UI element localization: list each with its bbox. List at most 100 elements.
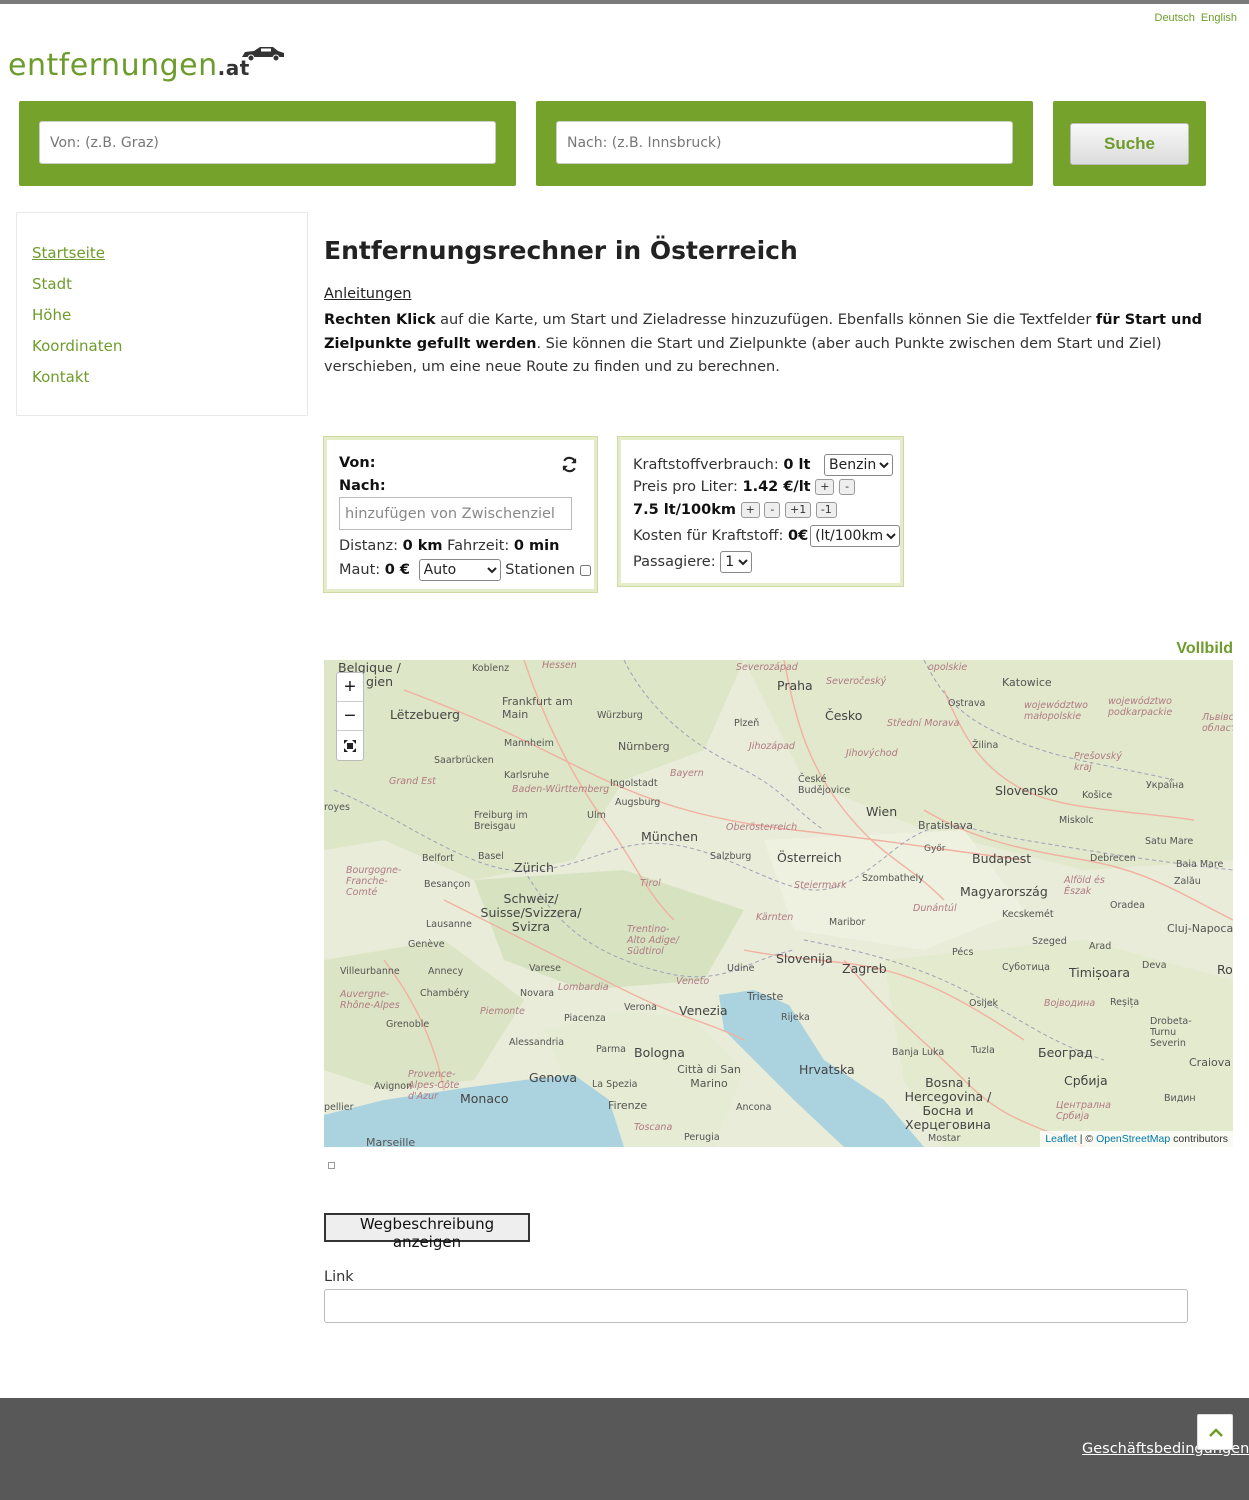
map-label: Kärnten [756,912,794,923]
map-label: Bosna i Hercegovina / Босна и Херцеговин… [904,1075,992,1132]
fuel-type-select[interactable]: Benzin [824,454,894,476]
refresh-icon[interactable] [561,456,578,473]
to-input[interactable] [556,121,1013,164]
map-label: Kecskemét [1002,909,1054,920]
intro-text: Rechten Klick auf die Karte, um Start un… [324,312,1203,375]
map-label: České Budějovice [798,774,851,796]
map-label: Hrvatska [799,1062,855,1077]
map-label: royes [324,802,350,813]
waypoint-input[interactable] [339,497,572,530]
map-label: Baden-Württemberg [512,784,610,795]
map-label: Augsburg [615,797,661,808]
map-label: Reșița [1110,997,1140,1008]
cost-value: 0€ [787,528,809,544]
page-title: Entfernungsrechner in Österreich [324,236,798,265]
sidebar-item-kontakt[interactable]: Kontakt [32,368,89,386]
language-link-deutsch[interactable]: Deutsch [1155,12,1195,24]
price-row: Preis pro Liter: 1.42 €/lt + - [633,479,856,495]
logo-text: entfernungen.at [8,48,250,83]
toll-value: 0 € [384,562,411,578]
language-link-english[interactable]: English [1201,12,1237,24]
map-label: Lausanne [426,919,472,930]
map-label: Magyarország [960,884,1048,899]
map-label: Baia Mare [1176,859,1224,870]
zoom-in-button[interactable]: + [337,673,363,702]
map-label: Београд [1038,1045,1093,1060]
search-button[interactable]: Suche [1070,123,1189,165]
instructions-link[interactable]: Anleitungen [324,286,411,302]
rate-plus-button[interactable]: + [740,502,760,518]
map-option-checkbox[interactable] [328,1162,335,1169]
map-label: Lëtzebuerg [390,707,460,722]
from-input[interactable] [39,121,496,164]
route-map[interactable]: Belgique / gien Koblenz Hessen Severozáp… [324,660,1233,1147]
vehicle-select[interactable]: Auto [418,559,501,581]
rate-row: 7.5 lt/100km + - +1 -1 [633,502,837,518]
map-label: Jihovýchod [846,748,898,759]
map-label: Украї́на [1146,780,1185,791]
map-label: Střední Morava [887,718,960,729]
map-label: Deva [1142,960,1167,971]
rate-plus1-button[interactable]: +1 [785,502,812,518]
map-label: Zürich [514,860,554,875]
time-value: 0 min [513,538,560,554]
map-label: Arad [1089,941,1112,952]
map-label: Craiova [1189,1056,1231,1069]
rate-minus1-button[interactable]: -1 [815,502,837,518]
map-label: Maribor [829,917,866,928]
map-label: województwo podkarpackie [1108,696,1173,718]
map-label: Debrecen [1090,853,1136,864]
sidebar-item-koordinaten[interactable]: Koordinaten [32,337,122,355]
map-label: województwo małopolskie [1024,700,1088,722]
map-label: Dunántúl [913,903,957,914]
map-label: Slovenija [776,951,833,966]
rate-minus-button[interactable]: - [764,502,781,518]
map-label: Централна Србија [1056,1100,1111,1122]
from-label: Von: [339,455,376,471]
map-label: Miskolc [1059,815,1094,826]
map-label: Perugia [684,1132,720,1143]
map-label: Zagreb [842,961,887,976]
map-zoom-control: + − [336,672,364,761]
map-label: Bayern [670,768,704,779]
map-label: Bologna [634,1045,685,1060]
leaflet-link[interactable]: Leaflet [1045,1133,1077,1145]
cost-unit-select[interactable]: (lt/100km) [810,525,901,547]
zoom-out-button[interactable]: − [337,702,363,731]
fit-bounds-button[interactable] [337,731,363,760]
map-label: Szeged [1032,936,1067,947]
map-label: gien [366,674,394,689]
sidebar-item-hoehe[interactable]: Höhe [32,306,71,324]
site-logo[interactable]: entfernungen.at [8,44,288,90]
car-icon [242,47,284,62]
sidebar-item-startseite[interactable]: Startseite [32,244,105,262]
map-label: La Spezia [592,1079,638,1090]
osm-link[interactable]: OpenStreetMap [1096,1133,1170,1145]
scroll-to-top-button[interactable] [1197,1414,1233,1450]
map-label: Lombardia [558,982,609,993]
map-label: Grand Est [389,776,436,787]
map-label: Novara [520,988,555,999]
sidebar-item-stadt[interactable]: Stadt [32,275,72,293]
stations-checkbox[interactable] [579,564,591,576]
map-label: Ancona [736,1102,772,1113]
map-label: Schweiz/ Suisse/Svizzera/ Svizra [480,891,582,934]
link-label: Link [324,1269,354,1285]
map-label: Győr [924,844,946,854]
map-label: Marseille [366,1136,416,1147]
map-label: Severozápad [736,662,798,673]
map-label: Basel [478,851,504,862]
fullscreen-link[interactable]: Vollbild [1176,640,1233,658]
map-label: Villeurbanne [340,966,400,977]
map-label: Belfort [422,853,454,864]
map-label: Ostrava [948,698,986,709]
link-input[interactable] [324,1289,1188,1323]
footer: Geschäftsbedingungen [0,1398,1249,1500]
map-label: Karlsruhe [504,770,550,781]
passengers-select[interactable]: 1 [720,551,753,573]
map-label: Besançon [424,879,471,890]
price-minus-button[interactable]: - [839,479,856,495]
map-label: Veneto [676,976,710,987]
price-plus-button[interactable]: + [815,479,835,495]
show-directions-button[interactable]: Wegbeschreibung anzeigen [324,1213,530,1251]
